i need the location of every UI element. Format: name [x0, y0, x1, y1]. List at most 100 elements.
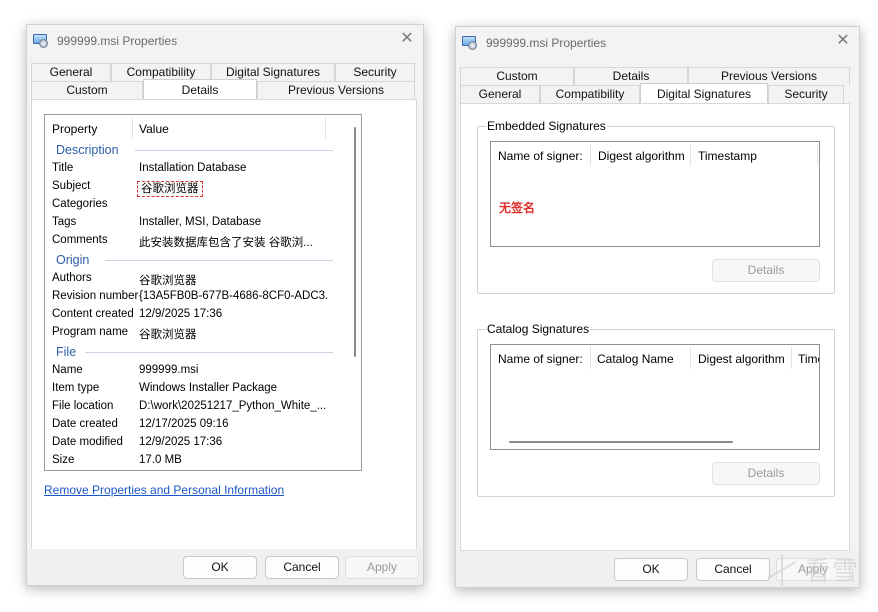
column-header-timestamp[interactable]: Timestamp — [698, 149, 757, 163]
close-icon[interactable]: ✕ — [399, 31, 415, 47]
dialog-footer: OK Cancel Apply — [27, 549, 423, 585]
property-value: 谷歌浏览器 — [139, 329, 197, 341]
tab-general[interactable]: General — [31, 63, 111, 81]
tab-previous-versions[interactable]: Previous Versions — [257, 81, 415, 99]
property-name: Comments — [52, 234, 108, 246]
embedded-signatures-list[interactable]: Name of signer: Digest algorithm Timesta… — [490, 141, 820, 247]
list-rows: Description Title Installation Database S… — [45, 141, 349, 470]
property-name: Revision number — [52, 290, 139, 302]
tab-compatibility[interactable]: Compatibility — [540, 85, 640, 103]
property-name: Name — [52, 364, 83, 376]
apply-button[interactable]: Apply — [345, 556, 419, 579]
ok-button[interactable]: OK — [183, 556, 257, 579]
tab-security[interactable]: Security — [768, 85, 844, 103]
list-item[interactable]: Title Installation Database — [45, 161, 349, 179]
property-name: Program name — [52, 326, 129, 338]
msi-file-icon — [462, 36, 478, 50]
title-bar: 999999.msi Properties ✕ — [27, 25, 423, 57]
scrollbar-thumb[interactable] — [354, 127, 356, 357]
property-name: Subject — [52, 180, 91, 192]
column-header-property[interactable]: Property — [52, 122, 97, 136]
tab-strip: General Compatibility Digital Signatures… — [31, 63, 417, 99]
no-signature-text: 无签名 — [499, 201, 536, 215]
catalog-signatures-label: Catalog Signatures — [486, 322, 591, 336]
property-value: Installation Database — [139, 162, 247, 174]
embedded-signatures-group: Embedded Signatures Name of signer: Dige… — [477, 119, 835, 294]
property-list[interactable]: Property Value Description Title Installa… — [44, 114, 362, 471]
list-item[interactable]: Date modified 12/9/2025 17:36 — [45, 435, 349, 453]
list-header: Property Value — [45, 115, 361, 141]
catalog-signatures-list[interactable]: Name of signer: Catalog Name Digest algo… — [490, 344, 820, 450]
tab-general[interactable]: General — [460, 85, 540, 103]
list-item[interactable]: Name 999999.msi — [45, 363, 349, 381]
properties-dialog-details: 999999.msi Properties ✕ General Compatib… — [26, 24, 424, 586]
list-item[interactable]: Program name 谷歌浏览器 — [45, 325, 349, 343]
property-name: Date modified — [52, 436, 123, 448]
highlight-box: 谷歌浏览器 — [137, 181, 203, 197]
embedded-details-button[interactable]: Details — [712, 259, 820, 282]
ok-button[interactable]: OK — [614, 558, 688, 581]
cancel-button[interactable]: Cancel — [696, 558, 770, 581]
property-value: {13A5FB0B-677B-4686-8CF0-ADC3... — [139, 290, 329, 302]
list-item[interactable]: Comments 此安装数据库包含了安装 谷歌浏... — [45, 233, 349, 251]
list-item[interactable]: Content created 12/9/2025 17:36 — [45, 307, 349, 325]
section-label: Description — [56, 143, 119, 157]
watermark-text: 看雪 — [803, 557, 860, 587]
tab-custom[interactable]: Custom — [460, 67, 574, 85]
column-header-digest[interactable]: Digest algorithm — [698, 352, 785, 366]
property-name: Date created — [52, 418, 118, 430]
vertical-scrollbar[interactable] — [349, 117, 361, 468]
list-item[interactable]: Revision number {13A5FB0B-677B-4686-8CF0-… — [45, 289, 349, 307]
property-name: Content created — [52, 308, 134, 320]
list-item[interactable]: Date created 12/17/2025 09:16 — [45, 417, 349, 435]
column-header-signer[interactable]: Name of signer: — [498, 352, 583, 366]
remove-properties-link[interactable]: Remove Properties and Personal Informati… — [44, 483, 284, 497]
section-origin: Origin — [45, 251, 349, 271]
title-bar: 999999.msi Properties ✕ — [456, 27, 859, 59]
property-name: Item type — [52, 382, 100, 394]
property-value: 12/9/2025 17:36 — [139, 308, 223, 320]
list-item[interactable]: File location D:\work\20251217_Python_Whi… — [45, 399, 349, 417]
tab-digital-signatures[interactable]: Digital Signatures — [640, 83, 768, 103]
property-name: Size — [52, 454, 75, 466]
property-name: Title — [52, 162, 74, 174]
list-item[interactable]: Tags Installer, MSI, Database — [45, 215, 349, 233]
property-value: Windows Installer Package — [139, 382, 278, 394]
column-header-digest[interactable]: Digest algorithm — [598, 149, 685, 163]
list-item[interactable]: Subject 谷歌浏览器 — [45, 179, 349, 197]
property-name: Authors — [52, 272, 92, 284]
msi-file-icon — [33, 34, 49, 48]
tab-custom[interactable]: Custom — [31, 81, 143, 99]
horizontal-scrollbar[interactable] — [509, 441, 733, 443]
column-header-value[interactable]: Value — [139, 122, 169, 136]
tab-strip: Custom Details Previous Versions General… — [460, 67, 853, 103]
section-label: Origin — [56, 253, 90, 267]
catalog-signatures-group: Catalog Signatures Name of signer: Catal… — [477, 322, 835, 497]
tab-security[interactable]: Security — [335, 63, 415, 81]
property-value: D:\work\20251217_Python_White_... — [139, 400, 327, 412]
list-item[interactable]: Authors 谷歌浏览器 — [45, 271, 349, 289]
catalog-details-button[interactable]: Details — [712, 462, 820, 485]
column-header-signer[interactable]: Name of signer: — [498, 149, 583, 163]
property-value: 此安装数据库包含了安装 谷歌浏... — [139, 237, 313, 249]
tab-details[interactable]: Details — [143, 79, 257, 99]
window-title: 999999.msi Properties — [57, 34, 178, 48]
column-header-time[interactable]: Time — [798, 352, 819, 366]
column-header-catalog-name[interactable]: Catalog Name — [597, 352, 674, 366]
section-description: Description — [45, 141, 349, 161]
list-item[interactable]: Categories — [45, 197, 349, 215]
property-value: Installer, MSI, Database — [139, 216, 262, 228]
cancel-button[interactable]: Cancel — [265, 556, 339, 579]
tab-panel-digital-signatures: Embedded Signatures Name of signer: Dige… — [460, 103, 850, 551]
list-item[interactable]: Size 17.0 MB — [45, 453, 349, 470]
close-icon[interactable]: ✕ — [835, 33, 851, 49]
snowflake-icon — [764, 552, 800, 588]
section-file: File — [45, 343, 349, 363]
property-name: File location — [52, 400, 114, 412]
section-label: File — [56, 345, 77, 359]
list-item[interactable]: Item type Windows Installer Package — [45, 381, 349, 399]
tab-panel-details: Property Value Description Title Installa… — [31, 99, 417, 551]
property-value-subject-highlighted: 谷歌浏览器 — [137, 180, 203, 197]
property-name: Tags — [52, 216, 77, 228]
watermark: 看雪 — [764, 551, 860, 588]
